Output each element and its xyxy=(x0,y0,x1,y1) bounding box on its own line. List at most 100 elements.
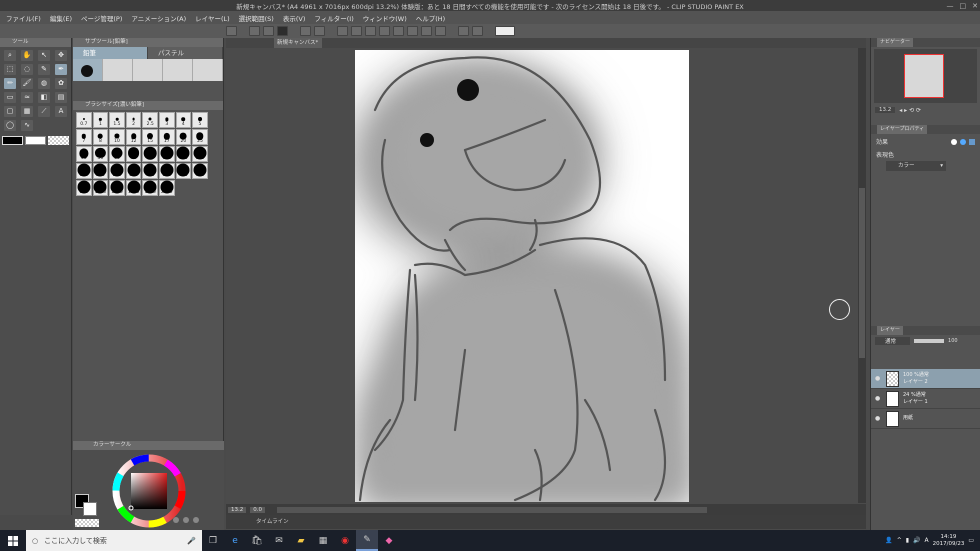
menu-animation[interactable]: アニメーション(A) xyxy=(131,13,186,23)
menu-help[interactable]: ヘルプ(H) xyxy=(416,13,445,23)
brush-size-option[interactable]: 40 xyxy=(76,146,92,162)
menu-file[interactable]: ファイル(F) xyxy=(6,13,41,23)
sub-color-swatch[interactable] xyxy=(25,136,47,145)
menu-window[interactable]: ウィンドウ(W) xyxy=(363,13,407,23)
brush-size-option[interactable]: 1.5 xyxy=(109,112,125,128)
task-view-icon[interactable]: ❐ xyxy=(202,530,224,551)
selection-tool-icon[interactable]: ⬚ xyxy=(4,64,16,75)
deselect-icon[interactable] xyxy=(351,26,362,36)
text-tool-icon[interactable]: A xyxy=(55,106,67,117)
expression-color-select[interactable]: カラー ▾ xyxy=(886,161,946,171)
line-correction-tool-icon[interactable]: ∿ xyxy=(21,120,33,131)
brush-size-option[interactable]: 2 xyxy=(125,112,142,128)
layer-row[interactable]: ● 用紙 xyxy=(871,409,980,429)
subtool-item[interactable] xyxy=(193,59,223,81)
brush-size-option[interactable]: 8 xyxy=(92,129,109,145)
zoom-level[interactable]: 13.2 xyxy=(228,506,247,513)
subtool-item[interactable] xyxy=(163,59,193,81)
ruler-tool-icon[interactable]: ⟋ xyxy=(38,106,50,117)
eraser-tool-icon[interactable]: ▭ xyxy=(4,92,16,103)
brush-size-option[interactable]: 17 xyxy=(158,129,175,145)
folder-icon[interactable]: ▰ xyxy=(290,530,312,551)
start-button[interactable] xyxy=(0,530,26,551)
pencil-tool-icon[interactable]: ✏ xyxy=(4,78,16,89)
subtool-item[interactable] xyxy=(73,59,103,81)
open-file-icon[interactable] xyxy=(263,26,274,36)
help-icon[interactable] xyxy=(495,26,515,36)
brush-size-option[interactable]: 3 xyxy=(158,112,175,128)
brush-size-option[interactable]: 12 xyxy=(125,129,142,145)
rotation-angle[interactable]: 0.0 xyxy=(250,506,265,513)
ruler-icon[interactable] xyxy=(458,26,469,36)
transparent-color-chip[interactable] xyxy=(75,519,99,527)
layer-row[interactable]: ● 24 %通常 レイヤー 1 xyxy=(871,389,980,409)
lasso-tool-icon[interactable]: ◌ xyxy=(21,64,33,75)
menu-selection[interactable]: 選択範囲(S) xyxy=(239,13,274,23)
cut-icon[interactable] xyxy=(407,26,418,36)
fill-tool-icon[interactable]: ◧ xyxy=(38,92,50,103)
move-tool-icon[interactable]: ✥ xyxy=(55,50,67,61)
figure-tool-icon[interactable]: ▢ xyxy=(4,106,16,117)
blend-tool-icon[interactable]: ≈ xyxy=(21,92,33,103)
clip-studio-icon[interactable] xyxy=(226,26,237,36)
brush-size-option[interactable]: 25 xyxy=(192,129,208,145)
effect-icons[interactable] xyxy=(951,138,975,145)
maximize-icon[interactable]: □ xyxy=(960,2,967,10)
hand-tool-icon[interactable]: ✋ xyxy=(21,50,33,61)
new-file-icon[interactable] xyxy=(249,26,260,36)
main-color-swatch[interactable] xyxy=(2,136,24,145)
balloon-tool-icon[interactable]: ◯ xyxy=(4,120,16,131)
brush-size-option[interactable]: 300 xyxy=(125,163,142,179)
brush-size-option[interactable]: 200 xyxy=(92,163,109,179)
transform-icon[interactable] xyxy=(365,26,376,36)
paint-app-icon[interactable]: ◆ xyxy=(378,530,400,551)
people-icon[interactable]: 👤 xyxy=(885,537,892,544)
eye-icon[interactable]: ● xyxy=(875,395,882,402)
close-icon[interactable]: ✕ xyxy=(972,2,978,10)
blend-mode-select[interactable]: 通常 xyxy=(875,337,911,345)
brush-size-option[interactable]: 1000 xyxy=(92,180,109,196)
brush-size-option[interactable]: 170 xyxy=(76,163,92,179)
brush-size-option[interactable]: 1500 xyxy=(125,180,142,196)
brush-size-option[interactable]: 700 xyxy=(192,163,208,179)
snap-icon[interactable] xyxy=(472,26,483,36)
ime-indicator[interactable]: A xyxy=(925,537,929,544)
clip-studio-taskbar-icon[interactable]: ✎ xyxy=(356,530,378,551)
timeline-label[interactable]: タイムライン xyxy=(256,519,289,525)
clear-icon[interactable] xyxy=(379,26,390,36)
save-icon[interactable] xyxy=(277,26,288,36)
tab-pencil[interactable]: 鉛筆 xyxy=(73,47,148,59)
store-icon[interactable]: 🛍 xyxy=(246,530,268,551)
tab-navigator[interactable]: ナビゲーター xyxy=(877,38,914,47)
brush-size-option[interactable]: 400 xyxy=(142,163,158,179)
menu-page[interactable]: ページ管理(P) xyxy=(81,13,122,23)
pen-tool-icon[interactable]: ✒ xyxy=(55,64,67,75)
opacity-slider[interactable] xyxy=(914,339,945,343)
menu-filter[interactable]: フィルター(I) xyxy=(314,13,353,23)
chevron-up-icon[interactable]: ^ xyxy=(897,537,902,544)
subtool-item[interactable] xyxy=(133,59,163,81)
brush-size-option[interactable]: 20 xyxy=(175,129,192,145)
drawing-canvas[interactable] xyxy=(355,50,689,502)
color-mode-icons[interactable] xyxy=(173,517,199,523)
chrome-icon[interactable]: ◉ xyxy=(334,530,356,551)
tab-pastel[interactable]: パステル xyxy=(148,47,223,59)
network-icon[interactable]: ▮ xyxy=(906,537,909,544)
brush-size-option[interactable]: 0.7 xyxy=(76,112,92,128)
menu-layer[interactable]: レイヤー(L) xyxy=(195,13,230,23)
gradient-tool-icon[interactable]: ▤ xyxy=(55,92,67,103)
brush-size-option[interactable]: 600 xyxy=(175,163,192,179)
brush-size-option[interactable]: 1 xyxy=(92,112,109,128)
microphone-icon[interactable]: 🎤 xyxy=(187,537,202,545)
tab-layer[interactable]: レイヤー xyxy=(877,326,903,335)
paste-icon[interactable] xyxy=(435,26,446,36)
notification-icon[interactable]: ▭ xyxy=(968,537,974,544)
brush-size-option[interactable]: 60 xyxy=(109,146,125,162)
subtool-item[interactable] xyxy=(103,59,133,81)
opacity-value[interactable]: 100 xyxy=(948,338,958,344)
copy-icon[interactable] xyxy=(421,26,432,36)
canvas-tab[interactable]: 新規キャンバス* xyxy=(274,38,322,48)
brush-size-option[interactable]: 500 xyxy=(158,163,175,179)
brush-size-option[interactable]: 250 xyxy=(109,163,125,179)
volume-icon[interactable]: 🔊 xyxy=(913,537,920,544)
